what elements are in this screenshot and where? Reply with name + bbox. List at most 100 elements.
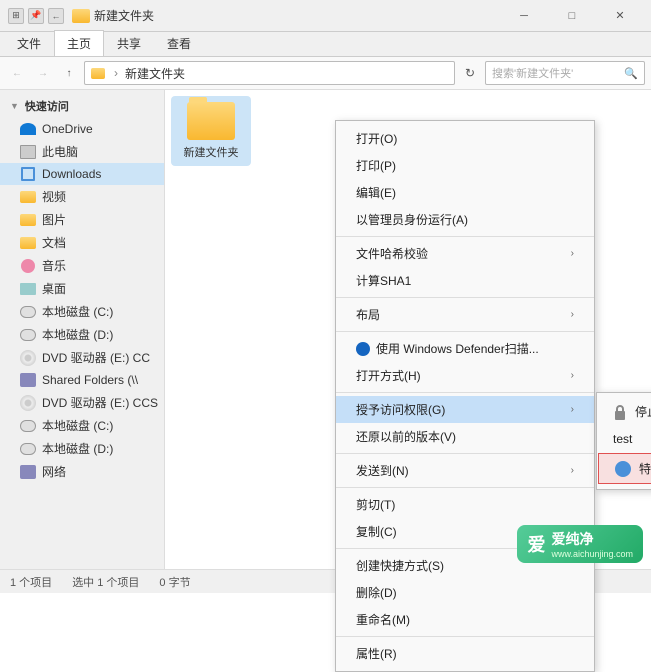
folder-item[interactable]: 新建文件夹	[171, 96, 251, 166]
sidebar-item-thispc[interactable]: 此电脑	[0, 140, 164, 163]
ctx-rename[interactable]: 重命名(M)	[336, 606, 594, 633]
ctx-print[interactable]: 打印(P)	[336, 152, 594, 179]
hdd-c-icon	[20, 304, 36, 320]
sidebar-item-network[interactable]: 网络	[0, 460, 164, 483]
sub-specific-user-label: 特定用户...	[639, 460, 651, 477]
ctx-grant-label: 授予访问权限(G)	[356, 401, 445, 418]
ctx-edit[interactable]: 编辑(E)	[336, 179, 594, 206]
watermark-logo-text: 爱	[527, 531, 545, 557]
tab-share[interactable]: 共享	[104, 30, 154, 56]
sidebar-label-onedrive: OneDrive	[42, 122, 93, 136]
ctx-sep6	[336, 487, 594, 488]
ctx-runas-label: 以管理员身份运行(A)	[356, 211, 468, 228]
ctx-hash[interactable]: 文件哈希校验 ›	[336, 240, 594, 267]
sidebar-item-pictures[interactable]: 图片	[0, 208, 164, 231]
context-menu: 打开(O) 打印(P) 编辑(E) 以管理员身份运行(A) 文件哈希校验 › 计…	[335, 120, 595, 672]
sub-test[interactable]: test	[597, 426, 651, 452]
hdd-d2-icon	[20, 441, 36, 457]
user-icon	[615, 461, 631, 477]
search-icon: 🔍	[624, 67, 638, 80]
dvd-e-icon	[20, 350, 36, 366]
ctx-grant-arrow: ›	[571, 404, 574, 415]
back-button[interactable]: ←	[6, 62, 28, 84]
back-arrow-icon[interactable]: ←	[48, 8, 64, 24]
minimize-button[interactable]: ─	[501, 2, 547, 30]
sidebar-item-video[interactable]: 视频	[0, 185, 164, 208]
main-area: ▼ 快速访问 OneDrive 此电脑 Downloads 视频	[0, 90, 651, 571]
title-bar-folder: 新建文件夹	[72, 7, 154, 24]
shared-icon	[20, 372, 36, 388]
sidebar-item-hdd-d[interactable]: 本地磁盘 (D:)	[0, 323, 164, 346]
sidebar-item-downloads[interactable]: Downloads	[0, 163, 164, 185]
ctx-layout-arrow: ›	[571, 309, 574, 320]
watermark-block: 爱 爱纯净 www.aichunjing.com	[517, 525, 643, 563]
ctx-open[interactable]: 打开(O)	[336, 125, 594, 152]
search-placeholder: 搜索'新建文件夹'	[492, 65, 573, 81]
ctx-cut[interactable]: 剪切(T)	[336, 491, 594, 518]
window-title: 新建文件夹	[94, 7, 154, 24]
ctx-sep3	[336, 331, 594, 332]
status-count: 1 个项目	[10, 574, 52, 590]
sidebar-item-hdd-c2[interactable]: 本地磁盘 (C:)	[0, 414, 164, 437]
ctx-print-label: 打印(P)	[356, 157, 396, 174]
folder-icon	[72, 9, 90, 23]
sidebar-label-downloads: Downloads	[42, 167, 101, 181]
sub-test-label: test	[613, 432, 632, 446]
address-path[interactable]: › 新建文件夹	[84, 61, 455, 85]
ctx-sep8	[336, 636, 594, 637]
sidebar-label-desktop: 桌面	[42, 280, 66, 297]
music-icon	[20, 258, 36, 274]
onedrive-icon	[20, 121, 36, 137]
ctx-sha1-label: 计算SHA1	[356, 272, 411, 289]
ctx-defender[interactable]: 使用 Windows Defender扫描...	[336, 335, 594, 362]
sidebar-item-shared[interactable]: Shared Folders (\\	[0, 369, 164, 391]
ctx-defender-label: 使用 Windows Defender扫描...	[376, 340, 539, 357]
quick-access-arrow: ▼	[10, 101, 19, 111]
sidebar-item-hdd-c[interactable]: 本地磁盘 (C:)	[0, 300, 164, 323]
ctx-restore[interactable]: 还原以前的版本(V)	[336, 423, 594, 450]
sidebar-item-documents[interactable]: 文档	[0, 231, 164, 254]
ctx-properties[interactable]: 属性(R)	[336, 640, 594, 667]
maximize-button[interactable]: □	[549, 2, 595, 30]
tab-view[interactable]: 查看	[154, 30, 204, 56]
ctx-cut-label: 剪切(T)	[356, 496, 395, 513]
ctx-layout[interactable]: 布局 ›	[336, 301, 594, 328]
title-bar: ⊞ 📌 ← 新建文件夹 ─ □ ✕	[0, 0, 651, 32]
sidebar-item-desktop[interactable]: 桌面	[0, 277, 164, 300]
search-box[interactable]: 搜索'新建文件夹' 🔍	[485, 61, 645, 85]
up-button[interactable]: ↑	[58, 62, 80, 84]
sidebar-label-documents: 文档	[42, 234, 66, 251]
sub-stop-sharing[interactable]: 停止共享	[597, 397, 651, 426]
ctx-copy-label: 复制(C)	[356, 523, 397, 540]
sidebar-item-music[interactable]: 音乐	[0, 254, 164, 277]
pin-icon[interactable]: 📌	[28, 8, 44, 24]
ctx-edit-label: 编辑(E)	[356, 184, 396, 201]
ctx-sep1	[336, 236, 594, 237]
ctx-sendto[interactable]: 发送到(N) ›	[336, 457, 594, 484]
forward-button[interactable]: →	[32, 62, 54, 84]
ctx-runas[interactable]: 以管理员身份运行(A)	[336, 206, 594, 233]
ctx-sep5	[336, 453, 594, 454]
address-bar: ← → ↑ › 新建文件夹 ↻ 搜索'新建文件夹' 🔍	[0, 57, 651, 90]
pictures-icon	[20, 212, 36, 228]
refresh-button[interactable]: ↻	[459, 62, 481, 84]
title-bar-icons: ⊞ 📌 ←	[8, 8, 64, 24]
hdd-c2-icon	[20, 418, 36, 434]
documents-icon	[20, 235, 36, 251]
ctx-openwith[interactable]: 打开方式(H) ›	[336, 362, 594, 389]
sidebar-item-onedrive[interactable]: OneDrive	[0, 118, 164, 140]
ctx-grant-access[interactable]: 授予访问权限(G) › 停止共享 test	[336, 396, 594, 423]
tab-file[interactable]: 文件	[4, 30, 54, 56]
path-folder-icon	[91, 66, 105, 80]
sidebar-item-dvd-ccs[interactable]: DVD 驱动器 (E:) CCS	[0, 391, 164, 414]
file-area: 新建文件夹 打开(O) 打印(P) 编辑(E) 以管理员身份运行(A) 文件哈希…	[165, 90, 651, 571]
defender-icon	[356, 342, 370, 356]
tab-home[interactable]: 主页	[54, 30, 104, 56]
sidebar-item-hdd-d2[interactable]: 本地磁盘 (D:)	[0, 437, 164, 460]
sub-specific-user[interactable]: 特定用户...	[598, 453, 651, 484]
video-icon	[20, 189, 36, 205]
close-button[interactable]: ✕	[597, 2, 643, 30]
ctx-sha1[interactable]: 计算SHA1	[336, 267, 594, 294]
sidebar-item-dvd-e[interactable]: DVD 驱动器 (E:) CC	[0, 346, 164, 369]
sidebar-label-network: 网络	[42, 463, 66, 480]
